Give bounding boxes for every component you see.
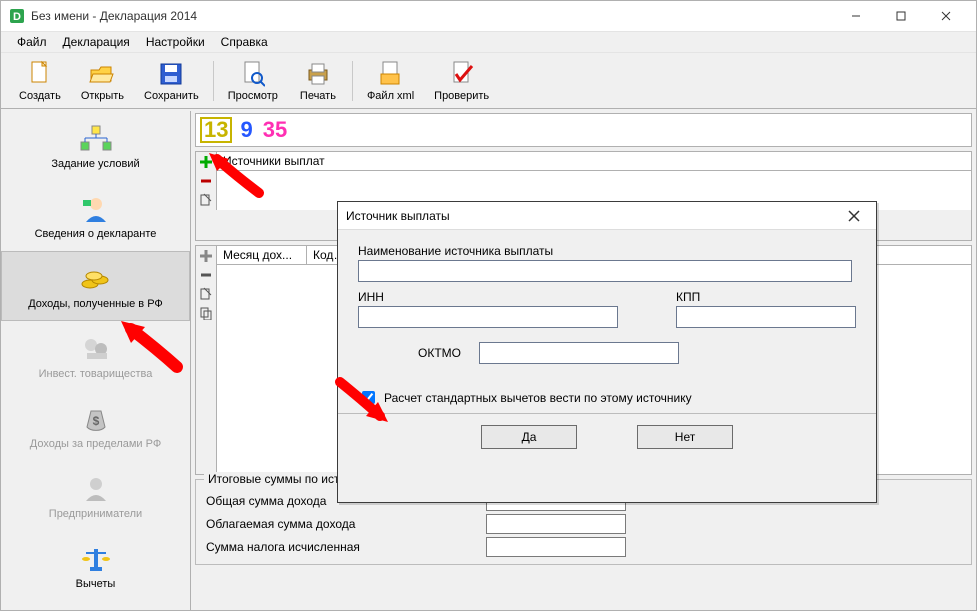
menu-declaration[interactable]: Декларация (57, 33, 136, 51)
sidebar-item-income-rf[interactable]: Доходы, полученные в РФ (1, 251, 190, 321)
filexml-button[interactable]: Файл xml (357, 58, 424, 104)
sidebar-label: Доходы за пределами РФ (30, 438, 161, 450)
inn-label: ИНН (358, 290, 618, 304)
svg-text:$: $ (92, 414, 99, 428)
new-file-icon (26, 60, 54, 88)
coins-icon (79, 262, 113, 296)
sidebar-label: Инвест. товарищества (39, 368, 153, 380)
scale-icon (79, 542, 113, 576)
copy-month-button[interactable] (198, 305, 214, 321)
window-title: Без имени - Декларация 2014 (31, 9, 833, 23)
tax-rates-bar: 13 9 35 (195, 113, 972, 147)
taxable-income-label: Облагаемая сумма дохода (206, 517, 486, 531)
std-calc-checkbox[interactable] (362, 391, 375, 404)
toolbar-separator-2 (352, 61, 353, 101)
main-toolbar: Создать Открыть Сохранить Просмотр Печат… (1, 53, 976, 109)
entrepreneur-icon (79, 472, 113, 506)
title-bar: D Без имени - Декларация 2014 (1, 1, 976, 31)
dialog-title: Источник выплаты (346, 209, 840, 223)
sources-header: Источники выплат (217, 152, 971, 171)
print-icon (304, 60, 332, 88)
dialog-no-button[interactable]: Нет (637, 425, 733, 449)
sidebar-label: Доходы, полученные в РФ (28, 298, 163, 310)
money-bag-icon: $ (79, 402, 113, 436)
save-disk-icon (157, 60, 185, 88)
print-label: Печать (300, 90, 336, 102)
check-button[interactable]: Проверить (424, 58, 499, 104)
sidebar: Задание условий Сведения о декларанте До… (1, 111, 191, 610)
preview-label: Просмотр (228, 90, 278, 102)
name-label: Наименование источника выплаты (358, 244, 856, 258)
taxable-income-field[interactable] (486, 514, 626, 534)
inn-input[interactable] (358, 306, 618, 328)
std-calc-label: Расчет стандартных вычетов вести по этом… (384, 391, 692, 405)
sidebar-label: Задание условий (51, 158, 139, 170)
print-button[interactable]: Печать (288, 58, 348, 104)
create-label: Создать (19, 90, 61, 102)
open-button[interactable]: Открыть (71, 58, 134, 104)
kpp-label: КПП (676, 290, 856, 304)
maximize-button[interactable] (878, 2, 923, 30)
dialog-yes-button[interactable]: Да (481, 425, 577, 449)
svg-text:D: D (13, 11, 21, 23)
tree-icon (79, 122, 113, 156)
menu-bar: Файл Декларация Настройки Справка (1, 31, 976, 53)
save-label: Сохранить (144, 90, 199, 102)
oktmo-label: ОКТМО (418, 346, 461, 360)
filexml-label: Файл xml (367, 90, 414, 102)
edit-source-button[interactable] (198, 192, 214, 208)
tax-calc-label: Сумма налога исчисленная (206, 540, 486, 554)
preview-icon (239, 60, 267, 88)
sidebar-label: Сведения о декларанте (35, 228, 157, 240)
sidebar-label: Предприниматели (49, 508, 142, 520)
close-button[interactable] (923, 2, 968, 30)
add-source-button[interactable] (198, 154, 214, 170)
xml-file-icon (377, 60, 405, 88)
app-logo-icon: D (9, 8, 25, 24)
open-label: Открыть (81, 90, 124, 102)
menu-file[interactable]: Файл (11, 33, 53, 51)
sidebar-item-income-foreign[interactable]: $ Доходы за пределами РФ (1, 391, 190, 461)
kpp-input[interactable] (676, 306, 856, 328)
preview-button[interactable]: Просмотр (218, 58, 288, 104)
sidebar-item-entrepreneurs[interactable]: Предприниматели (1, 461, 190, 531)
rate-35-tab[interactable]: 35 (261, 119, 289, 141)
menu-help[interactable]: Справка (215, 33, 274, 51)
add-month-button[interactable] (198, 248, 214, 264)
remove-source-button[interactable] (198, 173, 214, 189)
create-button[interactable]: Создать (9, 58, 71, 104)
rate-9-tab[interactable]: 9 (238, 119, 254, 141)
col-month[interactable]: Месяц дох... (217, 246, 307, 264)
rate-13-tab[interactable]: 13 (200, 117, 232, 143)
invest-icon (79, 332, 113, 366)
open-folder-icon (88, 60, 116, 88)
toolbar-separator (213, 61, 214, 101)
sidebar-item-deductions[interactable]: Вычеты (1, 531, 190, 601)
check-icon (448, 60, 476, 88)
menu-settings[interactable]: Настройки (140, 33, 211, 51)
person-icon (79, 192, 113, 226)
minimize-button[interactable] (833, 2, 878, 30)
dialog-close-button[interactable] (840, 204, 868, 228)
sidebar-item-conditions[interactable]: Задание условий (1, 111, 190, 181)
remove-month-button[interactable] (198, 267, 214, 283)
name-input[interactable] (358, 260, 852, 282)
save-button[interactable]: Сохранить (134, 58, 209, 104)
source-dialog: Источник выплаты Наименование источника … (337, 201, 877, 503)
oktmo-input[interactable] (479, 342, 679, 364)
check-label: Проверить (434, 90, 489, 102)
edit-month-button[interactable] (198, 286, 214, 302)
sidebar-label: Вычеты (76, 578, 116, 590)
tax-calc-field[interactable] (486, 537, 626, 557)
sidebar-item-declarant[interactable]: Сведения о декларанте (1, 181, 190, 251)
sidebar-item-invest[interactable]: Инвест. товарищества (1, 321, 190, 391)
